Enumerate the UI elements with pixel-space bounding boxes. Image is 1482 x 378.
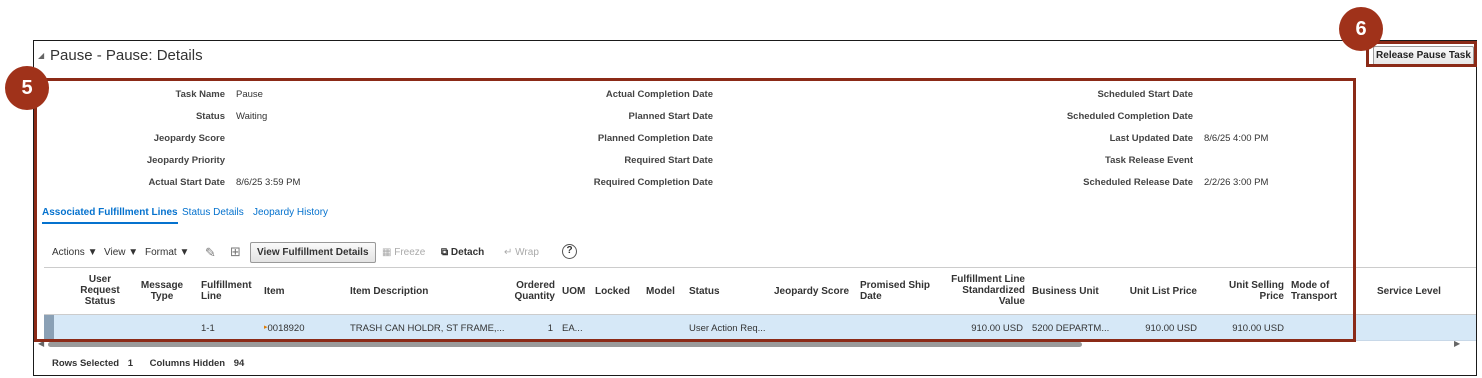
columns-hidden-label: Columns Hidden bbox=[149, 358, 226, 369]
callout-6-highlight bbox=[1366, 41, 1477, 67]
columns-hidden-value: 94 bbox=[233, 358, 245, 369]
page-title: Pause - Pause: Details bbox=[50, 47, 203, 64]
table-footer: Rows Selected 1 Columns Hidden 94 bbox=[52, 358, 258, 369]
scrollbar-thumb[interactable] bbox=[48, 342, 1082, 347]
collapse-triangle-icon[interactable]: ◢ bbox=[38, 51, 44, 60]
rows-selected-value: 1 bbox=[127, 358, 133, 369]
col-service-level[interactable]: Service Level bbox=[1377, 286, 1441, 297]
scroll-right-icon[interactable]: ▶ bbox=[1454, 339, 1460, 348]
callout-badge-5: 5 bbox=[5, 66, 49, 110]
horizontal-scrollbar[interactable]: ◀ ▶ bbox=[38, 339, 1476, 349]
panel-header: ◢ Pause - Pause: Details Release Pause T… bbox=[34, 41, 1476, 71]
callout-5-highlight bbox=[34, 78, 1356, 342]
callout-badge-6: 6 bbox=[1339, 7, 1383, 51]
rows-selected-label: Rows Selected bbox=[52, 358, 120, 369]
